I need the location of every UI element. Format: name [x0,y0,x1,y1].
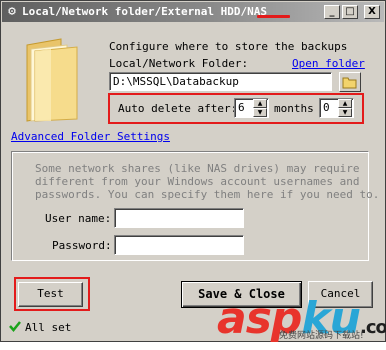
title-bar: ⚙ Local/Network folder/External HDD/NAS … [2,2,384,22]
folder-path-input[interactable]: D:\MSSQL\Databackup [109,72,332,91]
folder-open-icon [342,77,357,89]
password-label: Password: [52,239,112,252]
open-folder-link[interactable]: Open folder [292,57,365,70]
minimize-button[interactable]: _ [324,5,340,19]
maximize-button[interactable]: □ [342,5,358,19]
description-text: Configure where to store the backups [109,40,348,53]
title-underline-highlight [257,15,290,18]
password-input[interactable] [114,235,244,255]
username-input[interactable] [114,208,244,228]
advanced-folder-settings-link[interactable]: Advanced Folder Settings [11,130,170,143]
folder-label: Local/Network Folder: [109,57,249,70]
username-label: User name: [45,212,112,225]
backup-location-dialog: ⚙ Local/Network folder/External HDD/NAS … [0,0,386,342]
folder-icon [26,38,78,122]
credentials-note-line-2: different from your Windows account user… [35,175,360,188]
auto-delete-highlight-box [108,93,364,124]
checkmark-icon [9,321,21,332]
status-text: All set [25,321,72,334]
watermark-logo: aspku.com [217,297,386,350]
close-button[interactable]: X [364,5,380,19]
watermark-subtitle: 免费网站源码下载站! [279,331,364,341]
credentials-note-line-3: passwords. You can specify them here if … [35,188,380,201]
window-title: Local/Network folder/External HDD/NAS [22,5,268,18]
credentials-note-line-1: Some network shares (like NAS drives) ma… [35,162,360,175]
gear-icon: ⚙ [8,4,16,19]
test-button-highlight-box [14,277,90,311]
browse-folder-button[interactable] [339,72,361,92]
